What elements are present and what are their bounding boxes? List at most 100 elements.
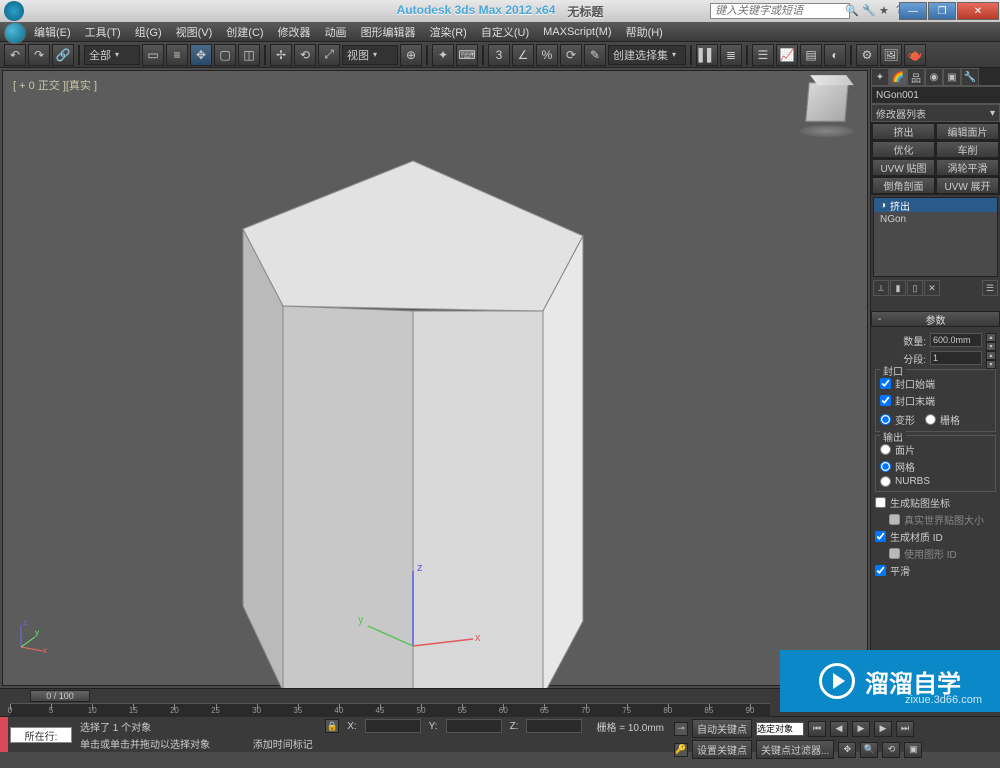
select-and-move-button[interactable]: ✥ bbox=[190, 44, 212, 66]
make-unique-button[interactable]: ▯ bbox=[907, 280, 923, 296]
link-button[interactable]: 🔗 bbox=[52, 44, 74, 66]
layer-manager-button[interactable]: ☰ bbox=[752, 44, 774, 66]
amount-spinner[interactable] bbox=[930, 333, 982, 347]
output-patch-radio[interactable] bbox=[880, 444, 891, 455]
modifier-list-dropdown[interactable]: 修改器列表▾ bbox=[871, 104, 1000, 122]
z-coord-field[interactable] bbox=[526, 719, 582, 733]
set-key-button[interactable]: 设置关键点 bbox=[692, 740, 752, 759]
display-tab[interactable]: ▣ bbox=[943, 68, 961, 86]
selection-filter-dropdown[interactable]: 全部 bbox=[84, 45, 140, 65]
schematic-view-button[interactable]: ▤ bbox=[800, 44, 822, 66]
nav-zoom-button[interactable]: 🔍 bbox=[860, 742, 878, 758]
rectangular-region-button[interactable]: ▢ bbox=[214, 44, 236, 66]
gen-mapping-checkbox[interactable] bbox=[875, 497, 886, 508]
key-mode-icon[interactable]: ⊸ bbox=[674, 722, 688, 736]
align-button[interactable]: ≣ bbox=[720, 44, 742, 66]
output-nurbs-radio[interactable] bbox=[880, 476, 891, 487]
nav-max-button[interactable]: ▣ bbox=[904, 742, 922, 758]
select-by-name-button[interactable]: ≡ bbox=[166, 44, 188, 66]
rendered-frame-button[interactable]: 🖼 bbox=[880, 44, 902, 66]
window-crossing-button[interactable]: ◫ bbox=[238, 44, 260, 66]
cap-grid-radio[interactable] bbox=[925, 414, 936, 425]
show-end-result-button[interactable]: ▮ bbox=[890, 280, 906, 296]
segments-spinner-arrows[interactable]: ▴▾ bbox=[986, 351, 996, 365]
nav-pan-button[interactable]: ✥ bbox=[838, 742, 856, 758]
create-tab[interactable]: ✦ bbox=[871, 68, 889, 86]
window-maximize-button[interactable]: ❐ bbox=[928, 2, 956, 20]
mod-lathe-button[interactable]: 车削 bbox=[936, 141, 999, 158]
nav-orbit-button[interactable]: ⟲ bbox=[882, 742, 900, 758]
goto-start-button[interactable]: ⏮ bbox=[808, 721, 826, 737]
cap-end-checkbox[interactable] bbox=[880, 395, 891, 406]
render-setup-button[interactable]: ⚙ bbox=[856, 44, 878, 66]
motion-tab[interactable]: ◉ bbox=[925, 68, 943, 86]
object-name-field[interactable] bbox=[871, 86, 1000, 104]
keyboard-shortcut-button[interactable]: ⌨ bbox=[456, 44, 478, 66]
menu-animation[interactable]: 动画 bbox=[319, 22, 353, 42]
max-logo-icon[interactable] bbox=[4, 22, 26, 44]
mod-unwrap-button[interactable]: UVW 展开 bbox=[936, 177, 999, 194]
angle-snap-button[interactable]: ∠ bbox=[512, 44, 534, 66]
output-mesh-radio[interactable] bbox=[880, 461, 891, 472]
undo-button[interactable]: ↶ bbox=[4, 44, 26, 66]
add-time-tag-button[interactable]: 添加时间标记 bbox=[253, 740, 313, 751]
remove-modifier-button[interactable]: ✕ bbox=[924, 280, 940, 296]
utilities-tab[interactable]: 🔧 bbox=[961, 68, 979, 86]
prev-frame-button[interactable]: ◀ bbox=[830, 721, 848, 737]
x-coord-field[interactable] bbox=[365, 719, 421, 733]
edged-faces-button[interactable]: ✎ bbox=[584, 44, 606, 66]
pivot-button[interactable]: ⊕ bbox=[400, 44, 422, 66]
star-icon[interactable]: ★ bbox=[879, 4, 893, 18]
spinner-snap-button[interactable]: ⟳ bbox=[560, 44, 582, 66]
gen-matids-checkbox[interactable] bbox=[875, 531, 886, 542]
viewport-label[interactable]: [ + 0 正交 ][真实 ] bbox=[13, 77, 97, 93]
selected-dropdown[interactable] bbox=[756, 722, 804, 736]
mod-turbosmooth-button[interactable]: 涡轮平滑 bbox=[936, 159, 999, 176]
amount-spinner-arrows[interactable]: ▴▾ bbox=[986, 333, 996, 347]
time-ruler[interactable]: 051015202530354045505560657075808590 bbox=[10, 703, 770, 717]
window-minimize-button[interactable]: — bbox=[899, 2, 927, 20]
material-editor-button[interactable]: ◐ bbox=[824, 44, 846, 66]
percent-snap-button[interactable]: % bbox=[536, 44, 558, 66]
select-object-button[interactable]: ▭ bbox=[142, 44, 164, 66]
cap-morph-radio[interactable] bbox=[880, 414, 891, 425]
ngon-extrude-mesh[interactable]: z x y bbox=[213, 151, 613, 711]
menu-group[interactable]: 组(G) bbox=[129, 22, 168, 42]
play-button[interactable]: ▶ bbox=[852, 721, 870, 737]
menu-customize[interactable]: 自定义(U) bbox=[475, 22, 535, 42]
ref-coord-dropdown[interactable]: 视图 bbox=[342, 45, 398, 65]
help-search-input[interactable] bbox=[710, 3, 850, 19]
mod-optimize-button[interactable]: 优化 bbox=[872, 141, 935, 158]
snap-toggle-button[interactable]: 3 bbox=[488, 44, 510, 66]
mirror-button[interactable]: ▌▌ bbox=[696, 44, 718, 66]
segments-spinner[interactable] bbox=[930, 351, 982, 365]
move-button[interactable]: ✢ bbox=[270, 44, 292, 66]
modify-tab[interactable]: 🌈 bbox=[889, 68, 907, 86]
params-rollout-header[interactable]: 参数 bbox=[871, 311, 1000, 327]
modifier-stack[interactable]: ◑ 挤出 NGon bbox=[873, 197, 998, 277]
cap-start-checkbox[interactable] bbox=[880, 378, 891, 389]
menu-views[interactable]: 视图(V) bbox=[170, 22, 219, 42]
mod-bevelprofile-button[interactable]: 倒角剖面 bbox=[872, 177, 935, 194]
mod-extrude-button[interactable]: 挤出 bbox=[872, 123, 935, 140]
menu-rendering[interactable]: 渲染(R) bbox=[424, 22, 473, 42]
next-frame-button[interactable]: ▶ bbox=[874, 721, 892, 737]
key-filters-button[interactable]: 关键点过滤器... bbox=[756, 740, 834, 759]
set-key-icon[interactable]: 🔑 bbox=[674, 743, 688, 757]
curve-editor-button[interactable]: 📈 bbox=[776, 44, 798, 66]
mod-uvwmap-button[interactable]: UVW 贴图 bbox=[872, 159, 935, 176]
menu-help[interactable]: 帮助(H) bbox=[620, 22, 669, 42]
menu-tools[interactable]: 工具(T) bbox=[79, 22, 127, 42]
time-slider[interactable]: 0 / 100 bbox=[30, 690, 90, 702]
window-close-button[interactable]: ✕ bbox=[957, 2, 999, 20]
stack-item-ngon[interactable]: NGon bbox=[874, 212, 997, 226]
scale-button[interactable]: ⤢ bbox=[318, 44, 340, 66]
pin-stack-button[interactable]: ⟂ bbox=[873, 280, 889, 296]
wrench-icon[interactable]: 🔧 bbox=[862, 4, 876, 18]
lock-icon[interactable]: 🔒 bbox=[325, 719, 339, 733]
binoculars-icon[interactable]: 🔍 bbox=[845, 4, 859, 18]
stack-item-extrude[interactable]: ◑ 挤出 bbox=[874, 198, 997, 212]
named-selection-dropdown[interactable]: 创建选择集 bbox=[608, 45, 686, 65]
mod-editpatch-button[interactable]: 编辑面片 bbox=[936, 123, 999, 140]
render-button[interactable]: 🫖 bbox=[904, 44, 926, 66]
